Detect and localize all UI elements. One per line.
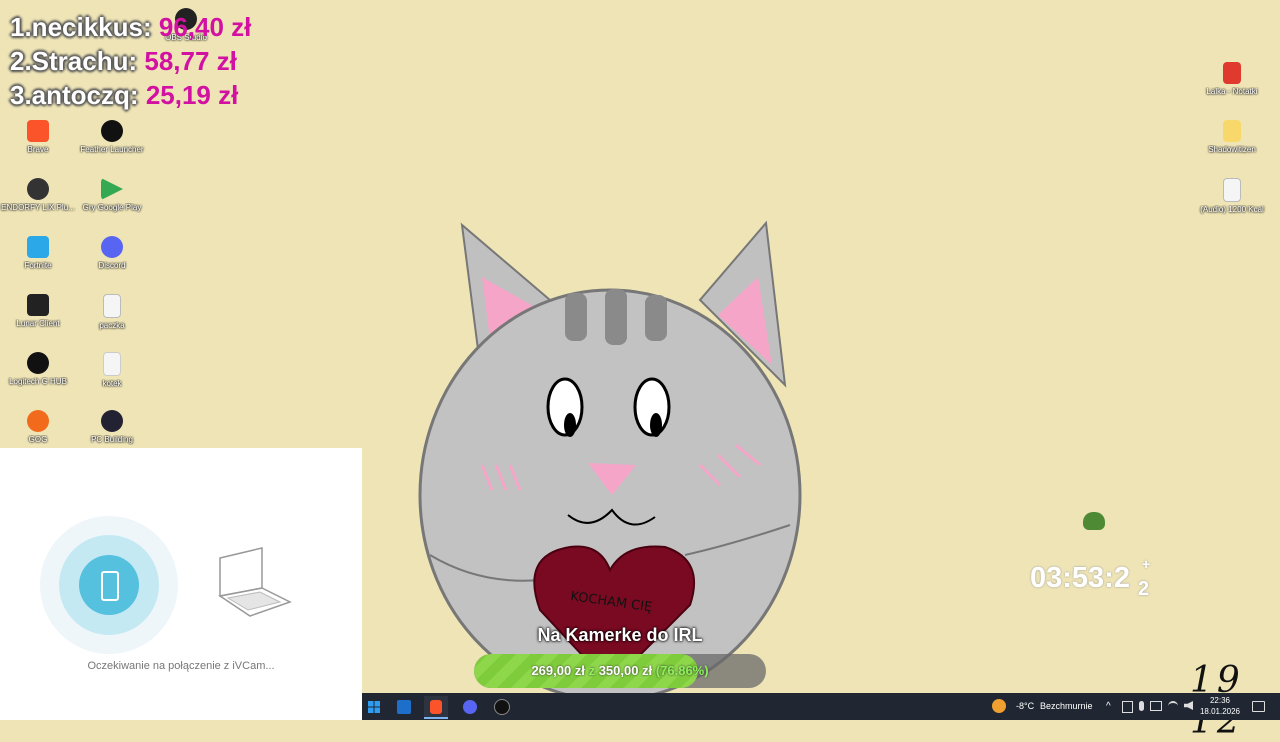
desktop-icon-folder[interactable]: Shadowitizen [1194,120,1270,155]
clock-time: 22:36 [1209,696,1231,705]
taskbar-discord-app[interactable] [458,696,482,717]
leaderboard-name: 3.antoczq: [10,80,139,110]
desktop-icon-paczka[interactable]: paczka [74,294,150,331]
pc-building-icon [101,410,123,432]
text-file-icon [103,294,121,318]
pdf-icon [1223,62,1241,84]
lunar-client-icon [27,294,49,316]
timer-sub-digit: 2 [1138,578,1150,600]
phone-icon [101,571,119,601]
leaderboard-name: 1.necikkus: [10,12,152,42]
device-icon [1122,701,1133,713]
goal-target: 350,00 zł [598,663,653,678]
taskbar-mail-app[interactable] [392,696,416,717]
chevron-up-icon[interactable]: ^ [1106,693,1111,720]
desktop-icon-lunar[interactable]: Lunar Client [0,294,76,329]
goal-current: 269,00 zł [531,663,585,678]
image-file-icon [103,352,121,376]
desktop-icon-feather[interactable]: Feather Launcher [74,120,150,155]
brave-icon [27,120,49,142]
logitech-icon [27,352,49,374]
discord-icon [101,236,123,258]
microphone-icon [1139,701,1144,711]
cat-drawing: KOCHAM CIĘ [418,220,802,695]
discord-icon [463,699,477,714]
desktop-icon-brave[interactable]: Brave [0,120,76,155]
display-icon [1150,701,1162,711]
obs-icon [494,698,510,715]
leaderboard-row: 3.antoczq: 25,19 zł [10,78,251,112]
weather-temperature[interactable]: -8°C [1016,693,1034,720]
goal-percent: (76.86%) [655,663,709,678]
desktop-icon-gry-google-play[interactable]: Gry Google Play [74,178,150,213]
goal-title: Na Kamerke do IRL [537,625,703,645]
ivcam-status-text: Oczekiwanie na połączenie z iVCam... [87,660,275,672]
stream-timer: 03:53:2 [1030,562,1130,594]
goal-separator: z [588,663,596,678]
goal-progress-text: 269,00 zł z 350,00 zł (76.86%) [474,654,766,688]
desktop-icon-pdf[interactable]: Lalka - Notatki [1194,62,1270,97]
windows-icon [368,700,380,713]
feather-icon [101,120,123,142]
goal-progress-bar: 269,00 zł z 350,00 zł (76.86%) [474,654,766,688]
leaderboard-amount: 58,77 zł [144,46,237,76]
wifi-icon [1168,701,1178,711]
clock-date: 18.01.2026 [1199,707,1241,716]
desktop-icon-discord[interactable]: Discord [74,236,150,271]
endorfy-icon [27,178,49,200]
timer-plus: + [1142,556,1151,572]
taskbar: -8°C Bezchmurnie ^ 22:36 18.01.2026 [362,693,1280,720]
desktop-icon-fortnite[interactable]: Fortnite [0,236,76,271]
donation-leaderboard: 1.necikkus: 96,40 zł 2.Strachu: 58,77 zł… [10,10,251,112]
leaderboard-amount: 96,40 zł [158,12,252,42]
taskbar-brave-app[interactable] [424,696,448,719]
fortnite-icon [27,236,49,258]
notification-icon[interactable] [1252,701,1265,712]
taskbar-obs-app[interactable] [490,696,514,717]
weather-description[interactable]: Bezchmurnie [1040,693,1093,720]
volume-icon [1184,701,1193,710]
tray-icons[interactable] [1122,701,1202,713]
clock[interactable]: 22:36 18.01.2026 [1198,695,1242,717]
desktop-icon-audio[interactable]: (Audio) 1200 Kcal [1194,178,1270,215]
weather-icon [992,699,1006,713]
frog-emote-icon [1083,512,1105,530]
audio-file-icon [1223,178,1241,202]
leaderboard-name: 2.Strachu: [10,46,138,76]
desktop-icon-kotek[interactable]: kotek [74,352,150,389]
start-button[interactable] [362,696,386,717]
leaderboard-row: 1.necikkus: 96,40 zł [10,10,251,44]
google-play-icon [101,178,123,200]
desktop-icon-logitech[interactable]: Logitech G HUB [0,352,76,387]
gog-icon [27,410,49,432]
leaderboard-amount: 25,19 zł [145,80,239,110]
leaderboard-row: 2.Strachu: 58,77 zł [10,44,251,78]
desktop-icon-endorfy[interactable]: ENDORFY LIX Plu... [0,178,76,213]
desktop-icon-gog[interactable]: GOG [0,410,76,445]
laptop-icon [218,547,292,617]
brave-icon [430,699,442,714]
folder-icon [1223,120,1241,142]
desktop-icon-pc-building[interactable]: PC Building [74,410,150,445]
mail-icon [397,699,411,714]
ivcam-window[interactable]: Oczekiwanie na połączenie z iVCam... [0,448,362,720]
